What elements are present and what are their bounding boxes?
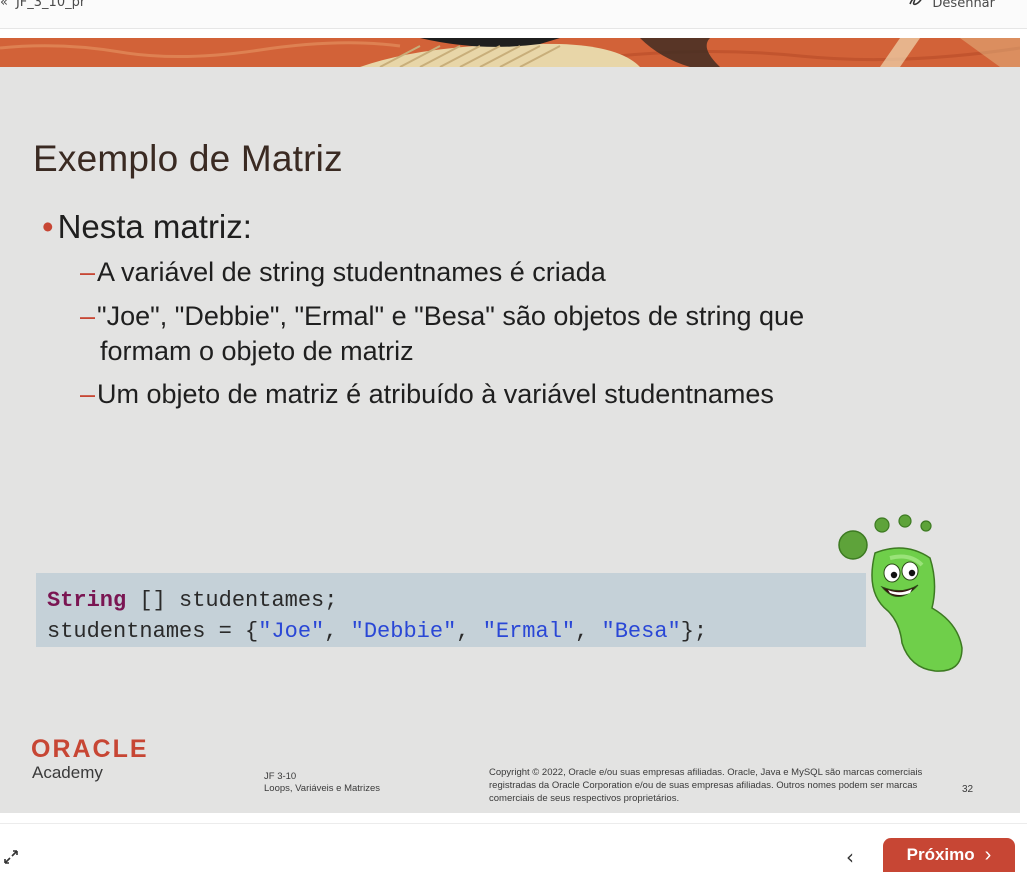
back-link-label: JF_3_10_pr	[15, 0, 86, 10]
code-string: "Ermal"	[482, 619, 576, 644]
next-button-label: Próximo	[906, 845, 975, 864]
subpoint-text: "Joe", "Debbie", "Ermal" e "Besa" são ob…	[97, 301, 805, 331]
dash-icon: –	[80, 301, 96, 331]
code-line1-rest: [] studentames;	[126, 588, 338, 613]
page-number: 32	[962, 784, 974, 795]
subpoint-text: A variável de string studentnames é cria…	[97, 257, 606, 287]
code-line2-suffix: };	[680, 619, 708, 644]
previous-button[interactable]: ‹	[846, 845, 854, 869]
code-string: "Joe"	[258, 619, 325, 644]
bullet-text: Nesta matriz:	[57, 208, 252, 245]
bullet-point: • Nesta matriz:	[42, 208, 252, 246]
back-link[interactable]: « JF_3_10_pr	[0, 0, 85, 10]
code-keyword: String	[47, 588, 127, 613]
slide-banner	[0, 38, 1020, 67]
bottom-bar	[0, 823, 1027, 868]
subpoint: –Um objeto de matriz é atribuído à variá…	[80, 377, 774, 412]
footprint-mascot-icon	[838, 514, 963, 672]
code-string: "Besa"	[601, 619, 681, 644]
copyright-text: Copyright © 2022, Oracle e/ou suas empre…	[489, 767, 923, 804]
oracle-logo: ORACLE	[31, 735, 149, 763]
subpoint: –"Joe", "Debbie", "Ermal" e "Besa" são o…	[80, 299, 804, 369]
chevron-left-icon: ‹	[846, 845, 854, 869]
code-text: String [] studentames; studentnames = {"…	[47, 588, 708, 644]
subpoint-text-continuation: formam o objeto de matriz	[100, 336, 414, 366]
top-bar: « JF_3_10_pr Desenhar	[0, 0, 1027, 29]
double-chevron-left-icon: «	[0, 0, 8, 10]
subpoint: –A variável de string studentnames é cri…	[80, 255, 606, 290]
expand-icon[interactable]	[2, 848, 20, 871]
dash-icon: –	[80, 379, 96, 409]
draw-button-label: Desenhar	[932, 0, 995, 11]
course-title: Loops, Variáveis e Matrizes	[264, 783, 380, 794]
code-string: "Debbie"	[350, 619, 457, 644]
draw-icon	[908, 0, 924, 11]
course-info: JF 3-10 Loops, Variáveis e Matrizes	[264, 771, 380, 795]
draw-button[interactable]: Desenhar	[908, 0, 995, 11]
dash-icon: –	[80, 257, 96, 287]
subpoint-text: Um objeto de matriz é atribuído à variáv…	[97, 379, 774, 409]
chevron-right-icon: ›	[984, 843, 992, 866]
slide: Exemplo de Matriz • Nesta matriz: –A vari…	[0, 38, 1020, 813]
code-line2-prefix: studentnames = {	[47, 619, 259, 644]
academy-label: Academy	[32, 763, 103, 782]
course-code: JF 3-10	[264, 771, 297, 782]
bullet-dot-icon: •	[42, 208, 54, 245]
slide-title: Exemplo de Matriz	[33, 138, 343, 179]
